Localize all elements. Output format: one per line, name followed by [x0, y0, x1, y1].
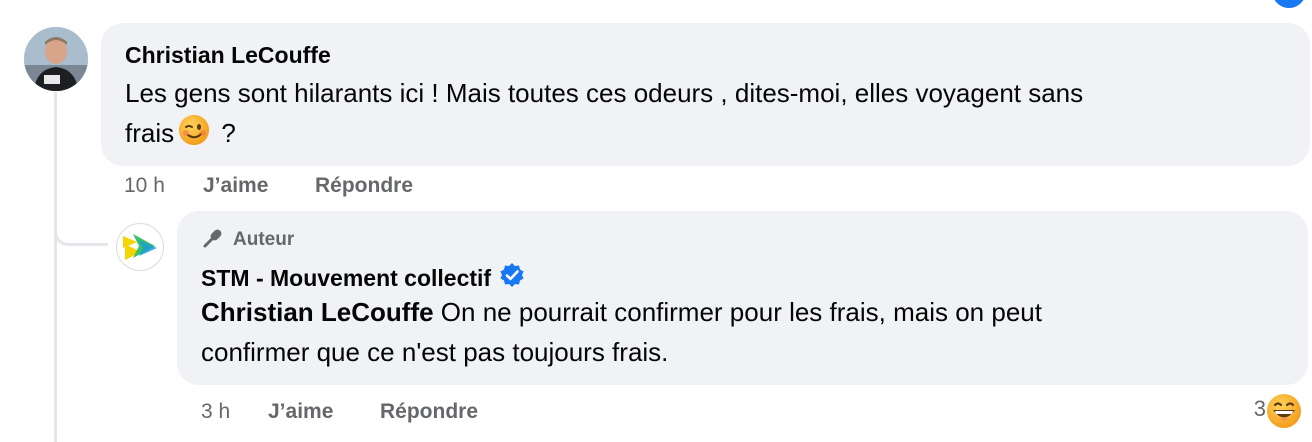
reply-author[interactable]: STM - Mouvement collectif [201, 265, 491, 292]
previous-reaction-badge-cut [1272, 0, 1306, 8]
like-button[interactable]: J’aime [203, 174, 268, 198]
reply-text: On ne pourrait confirmer pour les frais,… [433, 297, 1042, 327]
comment-author[interactable]: Christian LeCouffe [125, 42, 331, 69]
reply-text-line2: confirmer que ce n'est pas toujours frai… [201, 337, 669, 367]
reaction-count[interactable]: 3 [1254, 396, 1266, 422]
avatar[interactable] [116, 223, 164, 271]
author-badge-label: Auteur [233, 229, 295, 250]
reply-timestamp[interactable]: 3 h [201, 400, 230, 424]
author-badge: Auteur [201, 227, 294, 253]
thread-branch-line [54, 226, 108, 246]
previous-comment-actions-cut [120, 0, 350, 4]
reply-author-row: STM - Mouvement collectif [201, 262, 525, 294]
reply-button[interactable]: Répondre [380, 400, 478, 424]
comment-text-word: frais [125, 118, 175, 148]
comment-timestamp[interactable]: 10 h [124, 174, 165, 198]
profile-photo-icon [24, 27, 88, 91]
laughing-face-icon[interactable] [1266, 393, 1302, 434]
reply-button[interactable]: Répondre [315, 174, 413, 198]
like-button[interactable]: J’aime [268, 400, 333, 424]
stm-logo-icon [123, 234, 157, 260]
thread-line [54, 92, 57, 442]
avatar[interactable] [24, 27, 88, 91]
winking-face-icon [178, 114, 210, 157]
comment-text-suffix: ? [214, 118, 236, 148]
mention-link[interactable]: Christian LeCouffe [201, 297, 434, 327]
microphone-icon [201, 226, 225, 255]
comment-text-line1: Les gens sont hilarants ici ! Mais toute… [125, 78, 1084, 108]
comment-text-line2: frais ? [125, 113, 236, 157]
verified-badge-icon [499, 262, 525, 294]
reply-text-line1: Christian LeCouffe On ne pourrait confir… [201, 292, 1042, 332]
